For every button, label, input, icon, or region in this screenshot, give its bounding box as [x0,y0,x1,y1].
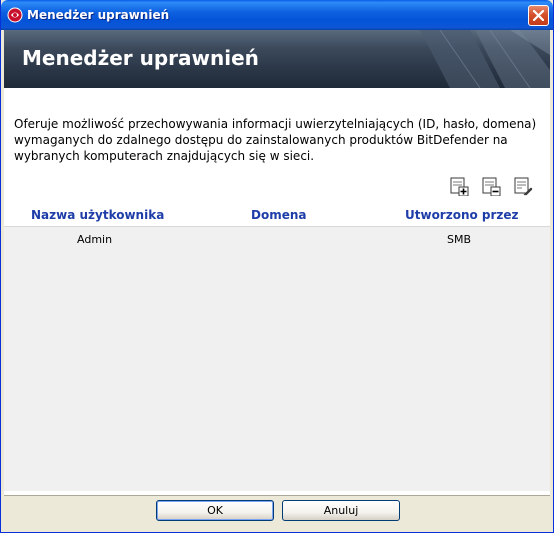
remove-credential-icon[interactable] [481,176,501,197]
credentials-list[interactable]: Admin SMB [4,226,550,491]
column-header-created-by[interactable]: Utworzono przez [405,208,519,222]
column-header-domain[interactable]: Domena [251,208,307,222]
header-banner: Menedżer uprawnień [4,30,550,88]
title-bar[interactable]: Menedżer uprawnień [1,0,553,30]
bitdefender-logo-icon [7,7,23,23]
window-title: Menedżer uprawnień [27,8,170,22]
credentials-manager-window: Menedżer uprawnień Menedżer uprawnień Of… [0,0,554,533]
close-button[interactable] [528,5,549,26]
cell-created-by: SMB [447,233,472,246]
footer-divider [4,495,550,496]
banner-title: Menedżer uprawnień [22,46,259,70]
close-icon [533,10,544,21]
banner-decoration [420,30,550,88]
ok-button[interactable]: OK [156,500,274,521]
description-text: Oferuje możliwość przechowywania informa… [14,117,537,163]
cell-username: Admin [77,233,113,246]
cancel-button[interactable]: Anuluj [282,500,400,521]
edit-credential-icon[interactable] [513,176,533,196]
add-credential-icon[interactable] [449,176,469,197]
column-header-username[interactable]: Nazwa użytkownika [31,208,164,222]
